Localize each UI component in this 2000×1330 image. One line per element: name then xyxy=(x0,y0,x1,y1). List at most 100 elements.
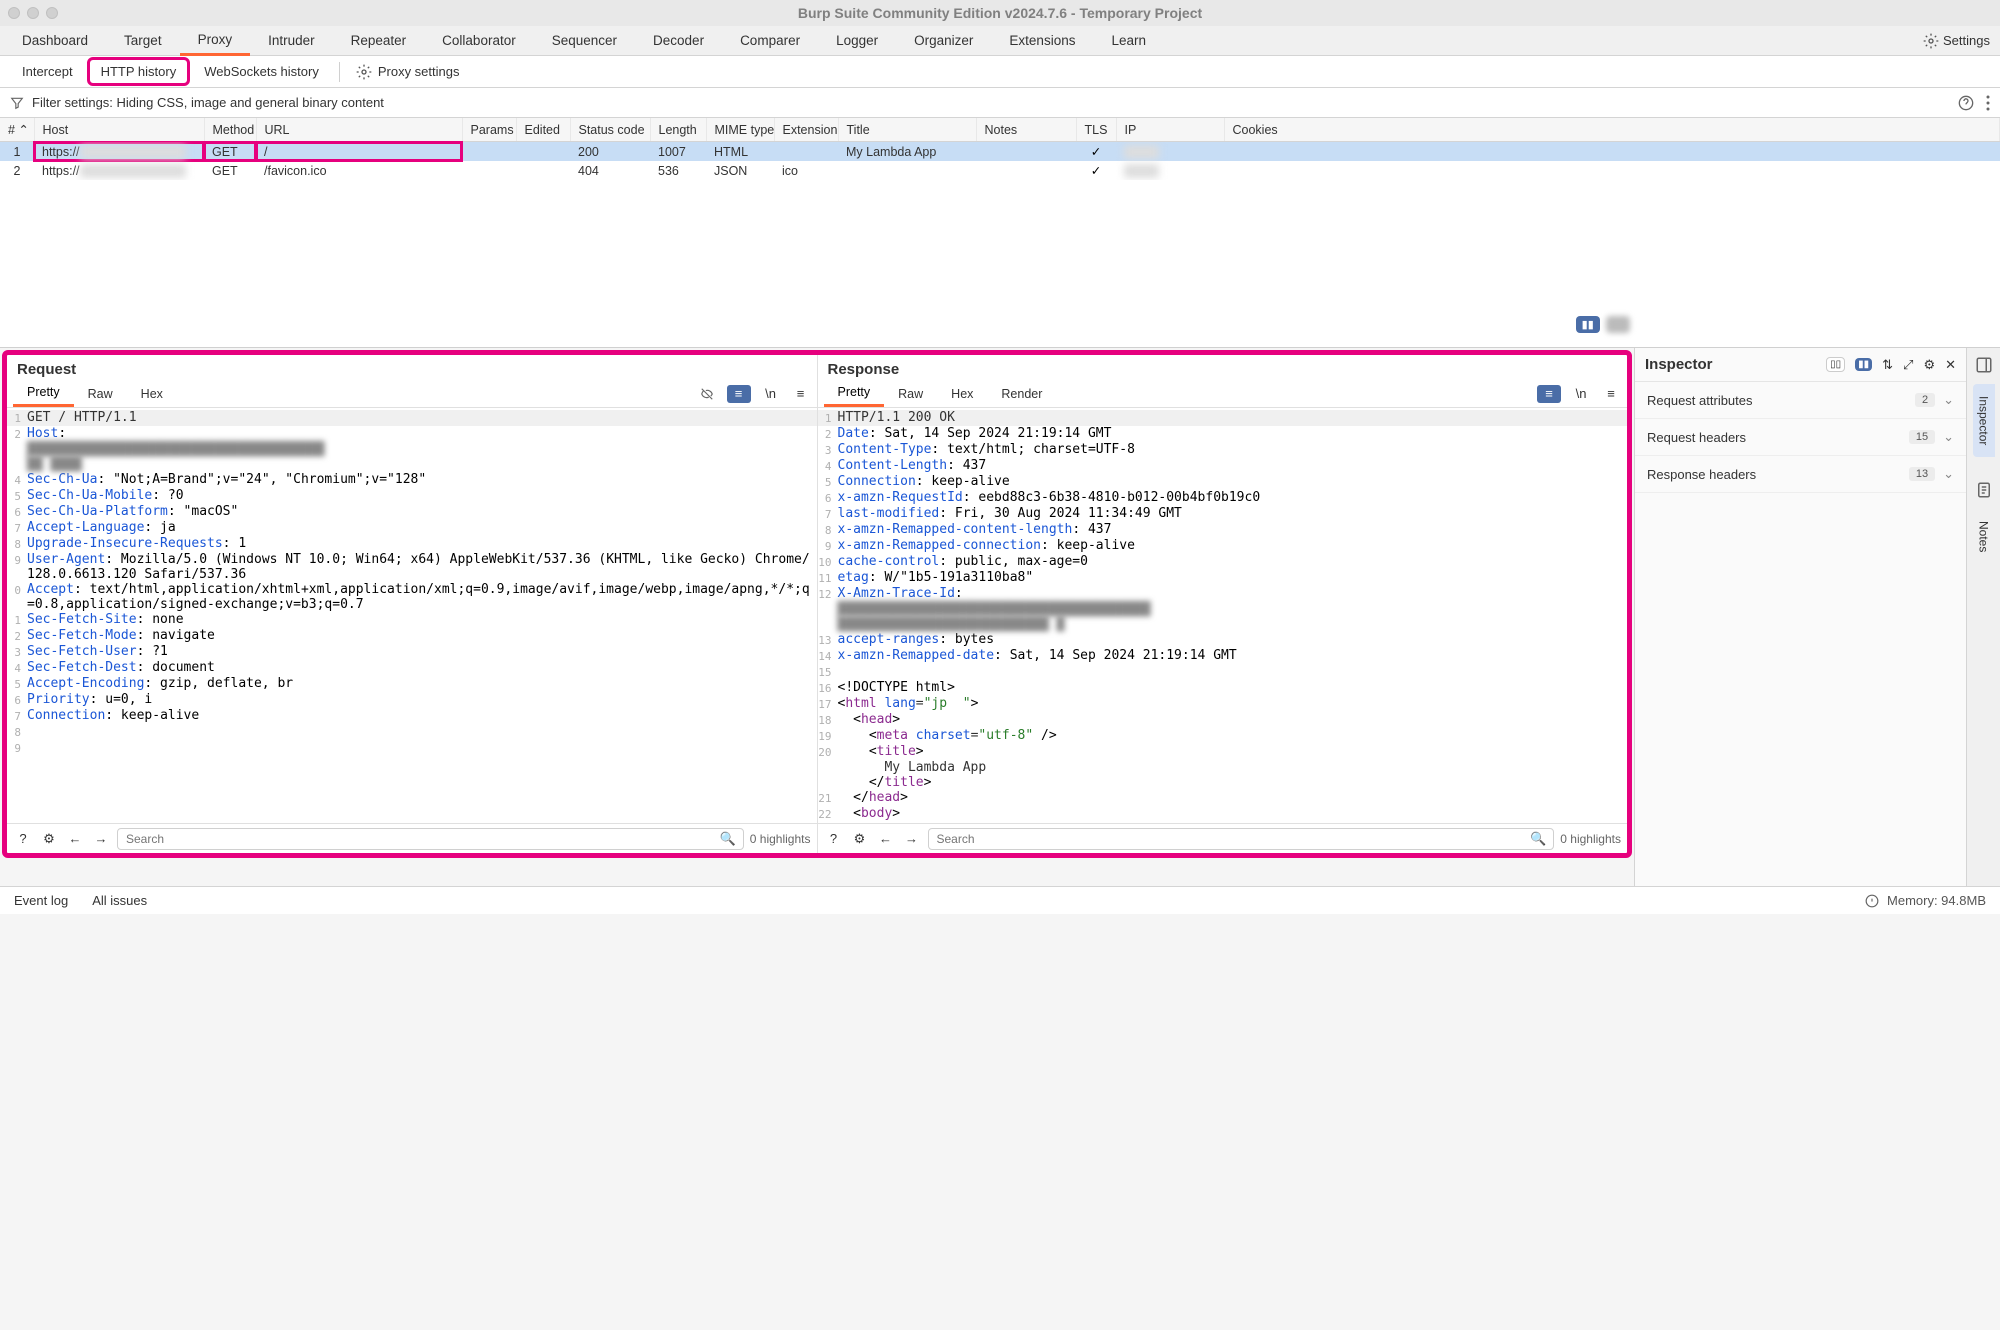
table-row[interactable]: 1https://████████████GET/2001007HTMLMy L… xyxy=(0,142,2000,162)
rail-tab-notes[interactable]: Notes xyxy=(1973,509,1995,564)
sub-tab-intercept[interactable]: Intercept xyxy=(8,57,87,86)
prev-icon[interactable]: ← xyxy=(876,830,896,848)
col-status[interactable]: Status code xyxy=(570,118,650,142)
col-ext[interactable]: Extension xyxy=(774,118,838,142)
tab-intruder[interactable]: Intruder xyxy=(250,27,333,54)
col-edited[interactable]: Edited xyxy=(516,118,570,142)
gear-icon[interactable]: ⚙ xyxy=(1923,357,1935,373)
settings-label: Settings xyxy=(1943,33,1990,48)
request-response-panel: Request Pretty Raw Hex ≡ \n ≡ 1GET / HTT… xyxy=(2,350,1632,858)
layout-option-icon[interactable] xyxy=(1606,316,1630,333)
response-tab-render[interactable]: Render xyxy=(987,382,1056,406)
newline-icon[interactable]: \n xyxy=(1571,385,1591,403)
request-panel: Request Pretty Raw Hex ≡ \n ≡ 1GET / HTT… xyxy=(7,355,818,853)
col-num[interactable]: # ⌃ xyxy=(0,118,34,142)
maximize-window-icon[interactable] xyxy=(46,7,58,19)
request-search-input[interactable] xyxy=(117,828,744,850)
tab-learn[interactable]: Learn xyxy=(1093,27,1164,54)
inspector-title: Inspector xyxy=(1645,356,1713,373)
layout-icon-2[interactable]: ▮▮ xyxy=(1855,358,1872,371)
inspector-header: Inspector ▯▯ ▮▮ ⇅ ⤢ ⚙ ✕ xyxy=(1635,348,1966,382)
layout-icon-1[interactable]: ▯▯ xyxy=(1826,357,1845,372)
col-cookies[interactable]: Cookies xyxy=(1224,118,2000,142)
tab-collaborator[interactable]: Collaborator xyxy=(424,27,534,54)
tab-repeater[interactable]: Repeater xyxy=(333,27,425,54)
close-icon[interactable]: ✕ xyxy=(1945,357,1956,373)
prev-icon[interactable]: ← xyxy=(65,830,85,848)
newline-icon[interactable]: \n xyxy=(761,385,781,403)
event-log-button[interactable]: Event log xyxy=(14,893,68,908)
settings-button[interactable]: Settings xyxy=(1923,33,1990,49)
close-window-icon[interactable] xyxy=(8,7,20,19)
window-titlebar: Burp Suite Community Edition v2024.7.6 -… xyxy=(0,0,2000,26)
response-editor[interactable]: 1HTTP/1.1 200 OK2Date: Sat, 14 Sep 2024 … xyxy=(818,408,1628,823)
http-history-table: # ⌃ Host Method URL Params Edited Status… xyxy=(0,118,2000,348)
inspector-row[interactable]: Request headers15⌄ xyxy=(1635,419,1966,456)
next-icon[interactable]: → xyxy=(91,830,111,848)
tab-sequencer[interactable]: Sequencer xyxy=(534,27,635,54)
format-icon[interactable]: ≡ xyxy=(1537,385,1561,403)
minimize-window-icon[interactable] xyxy=(27,7,39,19)
filter-bar[interactable]: Filter settings: Hiding CSS, image and g… xyxy=(0,88,2000,118)
kebab-menu-icon[interactable] xyxy=(1986,95,1990,111)
notes-icon[interactable] xyxy=(1975,481,1993,499)
request-search-bar: ? ⚙ ← → 🔍 0 highlights xyxy=(7,823,817,853)
expand-icon[interactable]: ⤢ xyxy=(1903,357,1913,373)
col-host[interactable]: Host xyxy=(34,118,204,142)
hide-icon[interactable] xyxy=(697,385,717,403)
col-title[interactable]: Title xyxy=(838,118,976,142)
inspector-panel: Inspector ▯▯ ▮▮ ⇅ ⤢ ⚙ ✕ Request attribut… xyxy=(1634,348,1966,886)
help-icon[interactable]: ? xyxy=(824,830,844,848)
sub-tab-websockets[interactable]: WebSockets history xyxy=(190,57,333,86)
rail-tab-inspector[interactable]: Inspector xyxy=(1973,384,1995,457)
response-title: Response xyxy=(818,355,1628,380)
table-row[interactable]: 2https://████████████GET/favicon.ico4045… xyxy=(0,161,2000,180)
next-icon[interactable]: → xyxy=(902,830,922,848)
panel-icon[interactable] xyxy=(1975,356,1993,374)
request-editor[interactable]: 1GET / HTTP/1.12Host:███████████████████… xyxy=(7,408,817,823)
collapse-icon[interactable]: ⇅ xyxy=(1882,357,1893,373)
response-tab-hex[interactable]: Hex xyxy=(937,382,987,406)
response-search-input[interactable] xyxy=(928,828,1555,850)
hamburger-menu-icon[interactable]: ≡ xyxy=(1601,385,1621,403)
col-method[interactable]: Method xyxy=(204,118,256,142)
gear-icon[interactable]: ⚙ xyxy=(39,830,59,848)
gear-icon[interactable]: ⚙ xyxy=(850,830,870,848)
col-params[interactable]: Params xyxy=(462,118,516,142)
inspector-row[interactable]: Request attributes2⌄ xyxy=(1635,382,1966,419)
col-notes[interactable]: Notes xyxy=(976,118,1076,142)
all-issues-button[interactable]: All issues xyxy=(92,893,147,908)
col-url[interactable]: URL xyxy=(256,118,462,142)
help-icon[interactable] xyxy=(1958,95,1974,111)
request-tab-pretty[interactable]: Pretty xyxy=(13,380,74,407)
help-icon[interactable]: ? xyxy=(13,830,33,848)
col-mime[interactable]: MIME type xyxy=(706,118,774,142)
response-tab-raw[interactable]: Raw xyxy=(884,382,937,406)
proxy-sub-tabs: Intercept HTTP history WebSockets histor… xyxy=(0,56,2000,88)
col-length[interactable]: Length xyxy=(650,118,706,142)
tab-extensions[interactable]: Extensions xyxy=(991,27,1093,54)
format-icon[interactable]: ≡ xyxy=(727,385,751,403)
tab-dashboard[interactable]: Dashboard xyxy=(4,27,106,54)
filter-label: Filter settings: Hiding CSS, image and g… xyxy=(32,95,384,110)
gear-icon xyxy=(356,64,372,80)
tab-proxy[interactable]: Proxy xyxy=(180,26,251,56)
tab-target[interactable]: Target xyxy=(106,27,180,54)
hamburger-menu-icon[interactable]: ≡ xyxy=(791,385,811,403)
col-tls[interactable]: TLS xyxy=(1076,118,1116,142)
col-ip[interactable]: IP xyxy=(1116,118,1224,142)
proxy-settings-button[interactable]: Proxy settings xyxy=(346,64,470,80)
inspector-row-count: 15 xyxy=(1909,430,1935,444)
inspector-row[interactable]: Response headers13⌄ xyxy=(1635,456,1966,493)
response-tab-pretty[interactable]: Pretty xyxy=(824,380,885,407)
tab-logger[interactable]: Logger xyxy=(818,27,896,54)
tab-organizer[interactable]: Organizer xyxy=(896,27,991,54)
request-tab-raw[interactable]: Raw xyxy=(74,382,127,406)
request-tab-hex[interactable]: Hex xyxy=(127,382,177,406)
response-panel: Response Pretty Raw Hex Render ≡ \n ≡ 1H… xyxy=(818,355,1628,853)
tab-comparer[interactable]: Comparer xyxy=(722,27,818,54)
tab-decoder[interactable]: Decoder xyxy=(635,27,722,54)
layout-toggle-icon[interactable]: ▮▮ xyxy=(1576,316,1600,333)
sub-tab-http-history[interactable]: HTTP history xyxy=(87,57,191,86)
chevron-down-icon: ⌄ xyxy=(1943,392,1954,408)
